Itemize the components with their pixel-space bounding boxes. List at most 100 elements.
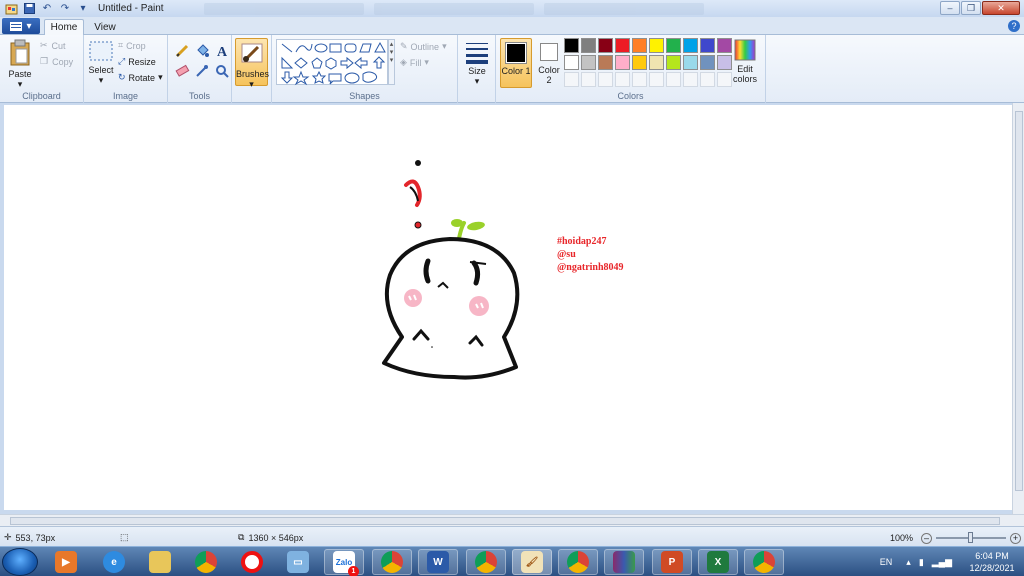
palette-empty-slot[interactable] xyxy=(666,72,681,87)
palette-empty-slot[interactable] xyxy=(615,72,630,87)
taskbar-chrome-3[interactable] xyxy=(744,549,784,575)
palette-swatch[interactable] xyxy=(581,38,596,53)
start-button[interactable] xyxy=(2,548,38,576)
palette-swatch[interactable] xyxy=(564,55,579,70)
palette-swatch[interactable] xyxy=(598,55,613,70)
file-menu-button[interactable]: ▾ xyxy=(2,18,40,34)
taskbar-chrome-2[interactable] xyxy=(466,549,506,575)
taskbar-word[interactable]: W xyxy=(418,549,458,575)
colors-group: Color 1 Color 2 Edit colors Colors xyxy=(496,35,766,103)
paste-button[interactable]: Paste ▾ xyxy=(6,39,34,90)
tab-view[interactable]: View xyxy=(88,19,122,35)
vertical-scroll-thumb[interactable] xyxy=(1015,111,1023,491)
customize-toolbar-icon[interactable]: ▾ xyxy=(76,2,90,15)
power-icon[interactable]: ▮ xyxy=(919,557,924,568)
horizontal-scroll-thumb[interactable] xyxy=(10,517,1000,525)
palette-swatch[interactable] xyxy=(581,55,596,70)
palette-empty-slot[interactable] xyxy=(683,72,698,87)
redo-icon[interactable]: ↷ xyxy=(58,2,72,15)
palette-swatch[interactable] xyxy=(564,38,579,53)
pencil-icon[interactable] xyxy=(174,43,190,59)
magnifier-icon[interactable] xyxy=(214,63,230,79)
taskbar-chrome-profile[interactable] xyxy=(372,549,412,575)
taskbar-paint[interactable]: 🖌 xyxy=(512,549,552,575)
palette-swatch[interactable] xyxy=(649,55,664,70)
clock[interactable]: 6:04 PM 12/28/2021 xyxy=(960,550,1024,574)
taskbar-chrome-n[interactable] xyxy=(558,549,598,575)
network-icon[interactable]: ▂▄▆ xyxy=(932,557,952,568)
resize-icon: ⤢ xyxy=(118,56,126,66)
palette-swatch[interactable] xyxy=(632,55,647,70)
palette-empty-slot[interactable] xyxy=(564,72,579,87)
palette-swatch[interactable] xyxy=(666,55,681,70)
paint-app-icon[interactable] xyxy=(4,2,18,15)
taskbar-file-explorer[interactable] xyxy=(140,549,180,575)
image-group: Select ▾ ⌗ Crop ⤢ Resize ↻ Rotate ▾ Imag… xyxy=(84,35,168,103)
brushes-button[interactable]: Brushes ▾ xyxy=(235,38,269,89)
clock-time: 6:04 PM xyxy=(975,551,1009,561)
show-hidden-icons[interactable]: ▴ xyxy=(906,557,911,568)
palette-empty-slot[interactable] xyxy=(581,72,596,87)
palette-swatch[interactable] xyxy=(700,38,715,53)
taskbar-powerpoint[interactable]: P xyxy=(652,549,692,575)
palette-empty-slot[interactable] xyxy=(598,72,613,87)
taskbar-chrome[interactable] xyxy=(186,549,226,575)
taskbar-opera[interactable] xyxy=(232,549,272,575)
zoom-in-button[interactable]: + xyxy=(1010,532,1022,544)
fill-button[interactable]: ◈ Fill ▾ xyxy=(400,57,429,68)
size-button[interactable]: Size ▾ xyxy=(464,40,490,87)
palette-empty-slot[interactable] xyxy=(632,72,647,87)
eraser-icon[interactable] xyxy=(174,63,190,79)
palette-swatch[interactable] xyxy=(700,55,715,70)
zoom-out-button[interactable]: – xyxy=(921,532,933,544)
rotate-button[interactable]: ↻ Rotate ▾ xyxy=(118,72,163,83)
drawing-canvas[interactable]: #hoidap247 @su @ngatrinh8049 xyxy=(4,105,1012,510)
palette-swatch[interactable] xyxy=(615,38,630,53)
color-picker-icon[interactable] xyxy=(194,63,210,79)
help-icon[interactable]: ? xyxy=(1008,20,1020,32)
taskbar-winrar[interactable] xyxy=(604,549,644,575)
palette-empty-slot[interactable] xyxy=(649,72,664,87)
palette-swatch[interactable] xyxy=(615,55,630,70)
taskbar-excel[interactable]: X xyxy=(698,549,738,575)
undo-icon[interactable]: ↶ xyxy=(40,2,54,15)
taskbar-zalo[interactable]: Zalo 1 xyxy=(324,549,364,576)
cut-button[interactable]: ✂ Cut xyxy=(40,40,66,51)
zoom-slider-thumb[interactable] xyxy=(968,532,974,543)
taskbar-internet-explorer[interactable]: e xyxy=(94,549,134,575)
copy-button[interactable]: ❐ Copy xyxy=(40,56,73,67)
crop-icon: ⌗ xyxy=(118,40,124,50)
shapes-scroll-button[interactable]: ▴ ▾ ▾ xyxy=(388,39,395,85)
resize-button[interactable]: ⤢ Resize xyxy=(118,56,156,67)
tab-home[interactable]: Home xyxy=(44,19,84,35)
minimize-button[interactable]: – xyxy=(940,1,960,15)
menu-icon xyxy=(10,21,23,31)
select-rectangle-icon xyxy=(89,41,113,61)
select-button[interactable]: Select ▾ xyxy=(87,41,115,86)
fill-bucket-icon[interactable] xyxy=(194,43,210,59)
color1-button[interactable]: Color 1 xyxy=(500,38,532,88)
palette-swatch[interactable] xyxy=(632,38,647,53)
palette-swatch[interactable] xyxy=(666,38,681,53)
close-button[interactable]: ✕ xyxy=(982,1,1020,15)
horizontal-scrollbar[interactable] xyxy=(0,514,1024,526)
palette-swatch[interactable] xyxy=(649,38,664,53)
palette-swatch[interactable] xyxy=(683,38,698,53)
edit-colors-button[interactable]: Edit colors xyxy=(730,38,760,84)
text-tool-icon[interactable]: A xyxy=(214,43,230,59)
maximize-button[interactable]: ❐ xyxy=(961,1,981,15)
zoom-slider[interactable] xyxy=(936,532,1007,544)
palette-empty-slot[interactable] xyxy=(700,72,715,87)
vertical-scrollbar[interactable] xyxy=(1012,103,1024,514)
color2-button[interactable]: Color 2 xyxy=(536,38,562,88)
language-indicator[interactable]: EN xyxy=(880,557,893,567)
taskbar-monitor-app[interactable]: ▭ xyxy=(278,549,318,575)
palette-swatch[interactable] xyxy=(683,55,698,70)
taskbar-media-player[interactable]: ▶ xyxy=(46,549,86,575)
outline-button[interactable]: ✎ Outline ▾ xyxy=(400,41,447,52)
crop-button[interactable]: ⌗ Crop xyxy=(118,40,146,51)
shapes-gallery[interactable] xyxy=(276,39,388,86)
palette-swatch[interactable] xyxy=(598,38,613,53)
save-icon[interactable] xyxy=(22,2,36,15)
sprout-leaf xyxy=(451,219,463,227)
